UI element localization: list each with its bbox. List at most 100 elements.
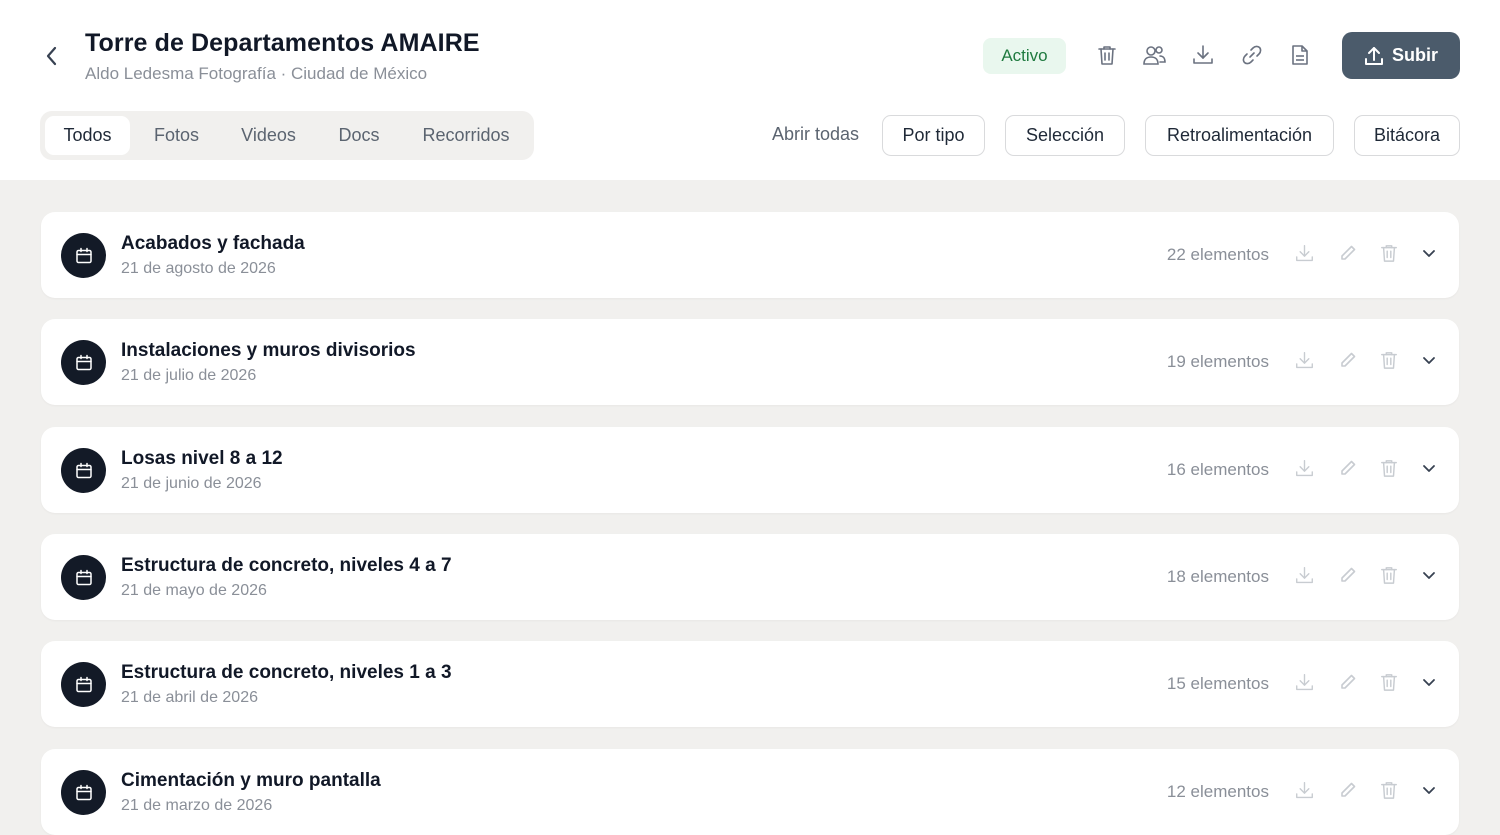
project-title: Torre de Departamentos AMAIRE (85, 29, 480, 57)
copy-link-button[interactable] (1235, 38, 1269, 72)
session-expand-button[interactable] (1417, 348, 1441, 372)
session-download-button[interactable] (1292, 348, 1316, 372)
session-icon (61, 340, 106, 385)
delete-project-button[interactable] (1090, 38, 1124, 72)
calendar-icon (75, 784, 92, 800)
by-type-button[interactable]: Por tipo (882, 115, 985, 156)
download-project-button[interactable] (1186, 38, 1220, 72)
pencil-icon (1341, 567, 1356, 582)
session-download-button[interactable] (1292, 670, 1316, 694)
tab-fotos[interactable]: Fotos (135, 116, 218, 155)
document-button[interactable] (1283, 38, 1317, 72)
session-edit-button[interactable] (1336, 348, 1360, 372)
upload-icon (1364, 46, 1383, 65)
trash-icon (1098, 46, 1116, 65)
session-download-button[interactable] (1292, 778, 1316, 802)
chevron-down-icon (1423, 465, 1435, 472)
users-icon (1143, 46, 1166, 65)
trash-icon (1381, 782, 1397, 799)
session-icon (61, 233, 106, 278)
download-icon (1295, 673, 1313, 690)
session-expand-button[interactable] (1417, 670, 1441, 694)
chevron-down-icon (1423, 787, 1435, 794)
tab-videos[interactable]: Videos (223, 116, 314, 155)
chevron-down-icon (1423, 572, 1435, 579)
session-date: 21 de marzo de 2026 (121, 797, 273, 814)
link-icon (1242, 45, 1262, 65)
selection-button[interactable]: Selección (1005, 115, 1125, 156)
session-delete-button[interactable] (1377, 670, 1401, 694)
back-button[interactable] (38, 42, 66, 70)
session-delete-button[interactable] (1377, 563, 1401, 587)
chevron-down-icon (1423, 679, 1435, 686)
session-title: Acabados y fachada (121, 233, 305, 254)
session-edit-button[interactable] (1336, 778, 1360, 802)
chevron-down-icon (1423, 250, 1435, 257)
session-download-button[interactable] (1292, 456, 1316, 480)
session-date: 21 de abril de 2026 (121, 689, 258, 706)
session-edit-button[interactable] (1336, 241, 1360, 265)
document-icon (1292, 45, 1308, 65)
trash-icon (1381, 674, 1397, 691)
session-date: 21 de junio de 2026 (121, 475, 262, 492)
media-type-tabs: Todos Fotos Videos Docs Recorridos (40, 111, 534, 160)
session-item-count: 15 elementos (1166, 674, 1269, 693)
session-edit-button[interactable] (1336, 563, 1360, 587)
session-title: Estructura de concreto, niveles 4 a 7 (121, 555, 452, 576)
upload-button[interactable]: Subir (1342, 32, 1460, 79)
session-title: Cimentación y muro pantalla (121, 770, 381, 791)
download-icon (1295, 244, 1313, 261)
session-expand-button[interactable] (1417, 241, 1441, 265)
session-delete-button[interactable] (1377, 778, 1401, 802)
session-title: Instalaciones y muros divisorios (121, 340, 416, 361)
tab-recorridos[interactable]: Recorridos (404, 116, 528, 155)
session-download-button[interactable] (1292, 241, 1316, 265)
download-icon (1295, 459, 1313, 476)
session-title: Losas nivel 8 a 12 (121, 448, 283, 469)
project-subtitle: Aldo Ledesma Fotografía · Ciudad de Méxi… (85, 64, 428, 83)
session-icon (61, 662, 106, 707)
session-edit-button[interactable] (1336, 456, 1360, 480)
calendar-icon (75, 676, 92, 692)
session-card[interactable]: Estructura de concreto, niveles 4 a 7 21… (41, 534, 1459, 620)
session-date: 21 de agosto de 2026 (121, 260, 276, 277)
pencil-icon (1341, 245, 1356, 260)
session-delete-button[interactable] (1377, 348, 1401, 372)
session-expand-button[interactable] (1417, 456, 1441, 480)
feedback-button[interactable]: Retroalimentación (1145, 115, 1334, 156)
session-delete-button[interactable] (1377, 241, 1401, 265)
pencil-icon (1341, 674, 1356, 689)
session-icon (61, 448, 106, 493)
session-delete-button[interactable] (1377, 456, 1401, 480)
trash-icon (1381, 352, 1397, 369)
session-card[interactable]: Losas nivel 8 a 12 21 de junio de 2026 1… (41, 427, 1459, 513)
calendar-icon (75, 462, 92, 478)
session-icon (61, 770, 106, 815)
chevron-down-icon (1423, 357, 1435, 364)
pencil-icon (1341, 782, 1356, 797)
pencil-icon (1341, 460, 1356, 475)
download-icon (1295, 351, 1313, 368)
pencil-icon (1341, 352, 1356, 367)
session-expand-button[interactable] (1417, 778, 1441, 802)
session-card[interactable]: Instalaciones y muros divisorios 21 de j… (41, 319, 1459, 405)
tab-todos[interactable]: Todos (45, 116, 130, 155)
session-download-button[interactable] (1292, 563, 1316, 587)
open-all-link[interactable]: Abrir todas (772, 124, 859, 145)
log-button[interactable]: Bitácora (1354, 115, 1460, 156)
session-card[interactable]: Estructura de concreto, niveles 1 a 3 21… (41, 641, 1459, 727)
session-item-count: 19 elementos (1166, 352, 1269, 371)
session-card[interactable]: Cimentación y muro pantalla 21 de marzo … (41, 749, 1459, 835)
session-icon (61, 555, 106, 600)
project-header: Torre de Departamentos AMAIRE Aldo Ledes… (0, 0, 1500, 180)
session-item-count: 16 elementos (1166, 460, 1269, 479)
share-users-button[interactable] (1137, 38, 1171, 72)
trash-icon (1381, 245, 1397, 262)
calendar-icon (75, 354, 92, 370)
session-card[interactable]: Acabados y fachada 21 de agosto de 2026 … (41, 212, 1459, 298)
session-edit-button[interactable] (1336, 670, 1360, 694)
session-item-count: 18 elementos (1166, 567, 1269, 586)
session-expand-button[interactable] (1417, 563, 1441, 587)
tab-docs[interactable]: Docs (319, 116, 399, 155)
status-badge: Activo (983, 38, 1066, 74)
